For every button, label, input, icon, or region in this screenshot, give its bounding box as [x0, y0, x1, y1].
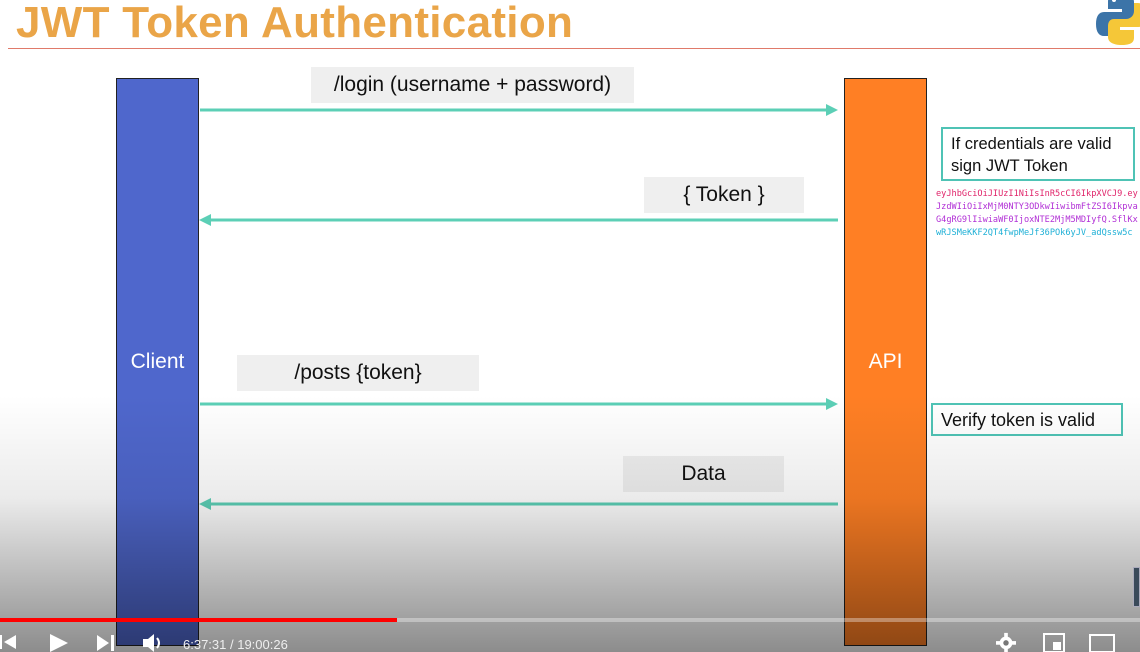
- login-message: /login (username + password): [311, 67, 634, 103]
- jwt-example: eyJhbGciOiJIUzI1NiIsInR5cCI6IkpXVCJ9.ey …: [936, 188, 1140, 240]
- data-message: Data: [623, 456, 784, 492]
- posts-arrowhead: [826, 398, 838, 410]
- jwt-line-1: eyJhbGciOiJIUzI1NiIsInR5cCI6IkpXVCJ9.ey: [936, 189, 1138, 199]
- token-arrowhead: [199, 214, 211, 226]
- play-icon[interactable]: [47, 632, 69, 652]
- posts-message: /posts {token}: [237, 355, 479, 391]
- side-card-thumbnail[interactable]: [1133, 567, 1140, 607]
- jwt-line-2: JzdWIiOiIxMjM0NTY3ODkwIiwibmFtZSI6Ikpva: [936, 202, 1138, 212]
- progress-played: [0, 618, 397, 622]
- login-arrowhead: [826, 104, 838, 116]
- miniplayer-icon[interactable]: [1042, 632, 1066, 652]
- token-message: { Token }: [644, 177, 804, 213]
- skip-back-icon[interactable]: [0, 632, 20, 652]
- data-arrowhead: [199, 498, 211, 510]
- time-display: 6:37:31 / 19:00:26: [183, 637, 288, 652]
- jwt-line-4: wRJSMeKKF2QT4fwpMeJf36POk6yJV_adQssw5c: [936, 228, 1133, 238]
- gear-icon[interactable]: [995, 632, 1017, 652]
- next-icon[interactable]: [95, 632, 117, 652]
- volume-icon[interactable]: [141, 632, 165, 652]
- sign-token-note: If credentials are valid sign JWT Token: [941, 127, 1135, 181]
- progress-bar[interactable]: [0, 618, 1140, 622]
- verify-token-note: Verify token is valid: [931, 403, 1123, 436]
- theater-icon[interactable]: [1088, 632, 1116, 652]
- jwt-line-3: G4gRG9lIiwiaWF0IjoxNTE2MjM5MDIyfQ.SflKx: [936, 215, 1138, 225]
- sign-note-line2: sign JWT Token: [951, 157, 1068, 175]
- sign-note-line1: If credentials are valid: [951, 135, 1112, 153]
